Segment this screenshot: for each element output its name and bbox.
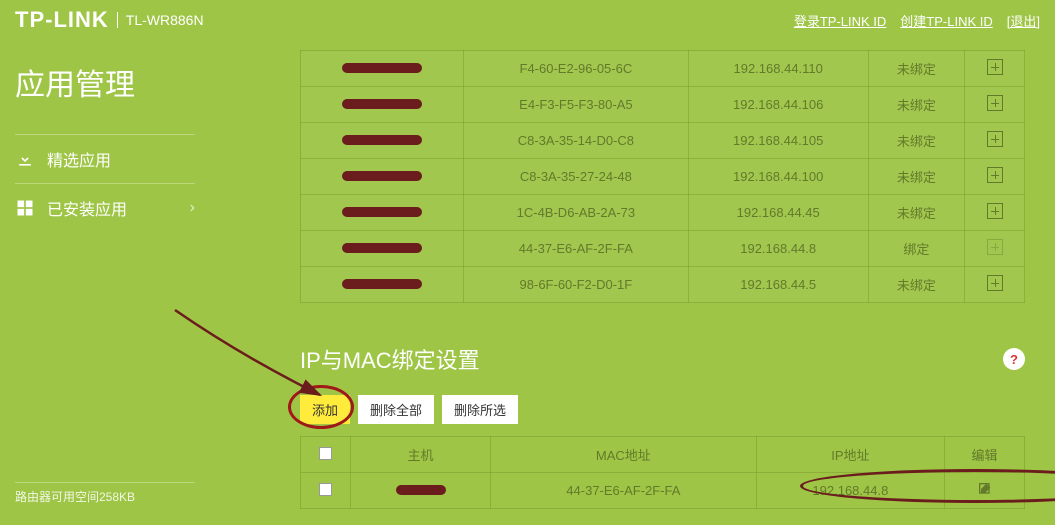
- row-checkbox[interactable]: [319, 483, 332, 496]
- table-row: C8-3A-35-27-24-48192.168.44.100未绑定: [301, 159, 1025, 195]
- add-icon[interactable]: [987, 95, 1003, 111]
- binding-table: 主机 MAC地址 IP地址 编辑 44-37-E6-AF-2F-FA 192.1…: [300, 436, 1025, 509]
- mac-cell: 98-6F-60-F2-D0-1F: [463, 267, 688, 303]
- status-cell: 未绑定: [868, 123, 965, 159]
- table-row: 44-37-E6-AF-2F-FA192.168.44.8绑定: [301, 231, 1025, 267]
- add-icon[interactable]: [987, 131, 1003, 147]
- mac-cell: F4-60-E2-96-05-6C: [463, 51, 688, 87]
- redacted-name: [342, 99, 422, 109]
- logout-link[interactable]: [退出]: [1007, 11, 1040, 30]
- ip-cell: 192.168.44.8: [688, 231, 868, 267]
- edit-header: 编辑: [945, 437, 1025, 473]
- mac-header: MAC地址: [491, 437, 757, 473]
- sidebar-item-label: 精选应用: [47, 147, 111, 171]
- ip-cell: 192.168.44.110: [688, 51, 868, 87]
- add-icon[interactable]: [987, 203, 1003, 219]
- add-icon[interactable]: [987, 167, 1003, 183]
- sidebar-item-featured[interactable]: 精选应用: [15, 134, 195, 183]
- redacted-name: [342, 207, 422, 217]
- status-cell: 绑定: [868, 231, 965, 267]
- grid-icon: [15, 198, 35, 218]
- host-header: 主机: [351, 437, 491, 473]
- ip-cell: 192.168.44.5: [688, 267, 868, 303]
- ip-cell: 192.168.44.100: [688, 159, 868, 195]
- redacted-name: [342, 63, 422, 73]
- add-icon[interactable]: [987, 59, 1003, 75]
- table-row: 98-6F-60-F2-D0-1F192.168.44.5未绑定: [301, 267, 1025, 303]
- mac-cell: 44-37-E6-AF-2F-FA: [491, 473, 757, 509]
- mac-cell: 1C-4B-D6-AB-2A-73: [463, 195, 688, 231]
- sidebar-item-installed[interactable]: 已安装应用 ›: [15, 183, 195, 232]
- ip-cell: 192.168.44.45: [688, 195, 868, 231]
- model-label: TL-WR886N: [117, 12, 204, 28]
- status-cell: 未绑定: [868, 267, 965, 303]
- mac-cell: E4-F3-F5-F3-80-A5: [463, 87, 688, 123]
- help-icon[interactable]: ?: [1003, 348, 1025, 370]
- mac-cell: C8-3A-35-27-24-48: [463, 159, 688, 195]
- ip-cell: 192.168.44.106: [688, 87, 868, 123]
- status-cell: 未绑定: [868, 195, 965, 231]
- ip-header: IP地址: [756, 437, 944, 473]
- redacted-name: [342, 243, 422, 253]
- add-button[interactable]: 添加: [300, 395, 350, 424]
- mac-cell: C8-3A-35-14-D0-C8: [463, 123, 688, 159]
- login-link[interactable]: 登录TP-LINK ID: [794, 11, 886, 30]
- status-cell: 未绑定: [868, 51, 965, 87]
- redacted-name: [342, 279, 422, 289]
- redacted-name: [342, 171, 422, 181]
- add-icon[interactable]: [987, 275, 1003, 291]
- status-cell: 未绑定: [868, 87, 965, 123]
- section-title: IP与MAC绑定设置: [300, 343, 480, 375]
- table-row: 44-37-E6-AF-2F-FA 192.168.44.8: [301, 473, 1025, 509]
- status-cell: 未绑定: [868, 159, 965, 195]
- ip-cell: 192.168.44.105: [688, 123, 868, 159]
- table-header-row: 主机 MAC地址 IP地址 编辑: [301, 437, 1025, 473]
- table-row: E4-F3-F5-F3-80-A5192.168.44.106未绑定: [301, 87, 1025, 123]
- brand-logo: TP-LINK: [15, 7, 109, 33]
- delete-selected-button[interactable]: 删除所选: [442, 395, 518, 424]
- device-table: F4-60-E2-96-05-6C192.168.44.110未绑定 E4-F3…: [300, 50, 1025, 303]
- redacted-name: [342, 135, 422, 145]
- ip-cell: 192.168.44.8: [756, 473, 944, 509]
- table-row: F4-60-E2-96-05-6C192.168.44.110未绑定: [301, 51, 1025, 87]
- select-all-checkbox[interactable]: [319, 447, 332, 460]
- delete-all-button[interactable]: 删除全部: [358, 395, 434, 424]
- redacted-name: [396, 485, 446, 495]
- page-title: 应用管理: [15, 60, 195, 104]
- create-link[interactable]: 创建TP-LINK ID: [900, 11, 992, 30]
- mac-cell: 44-37-E6-AF-2F-FA: [463, 231, 688, 267]
- footer-space: 路由器可用空间258KB: [15, 482, 195, 505]
- edit-icon[interactable]: [977, 481, 993, 497]
- sidebar-item-label: 已安装应用: [47, 196, 127, 220]
- download-icon: [15, 149, 35, 169]
- add-icon[interactable]: [987, 239, 1003, 255]
- table-row: C8-3A-35-14-D0-C8192.168.44.105未绑定: [301, 123, 1025, 159]
- table-row: 1C-4B-D6-AB-2A-73192.168.44.45未绑定: [301, 195, 1025, 231]
- chevron-right-icon: ›: [190, 199, 195, 217]
